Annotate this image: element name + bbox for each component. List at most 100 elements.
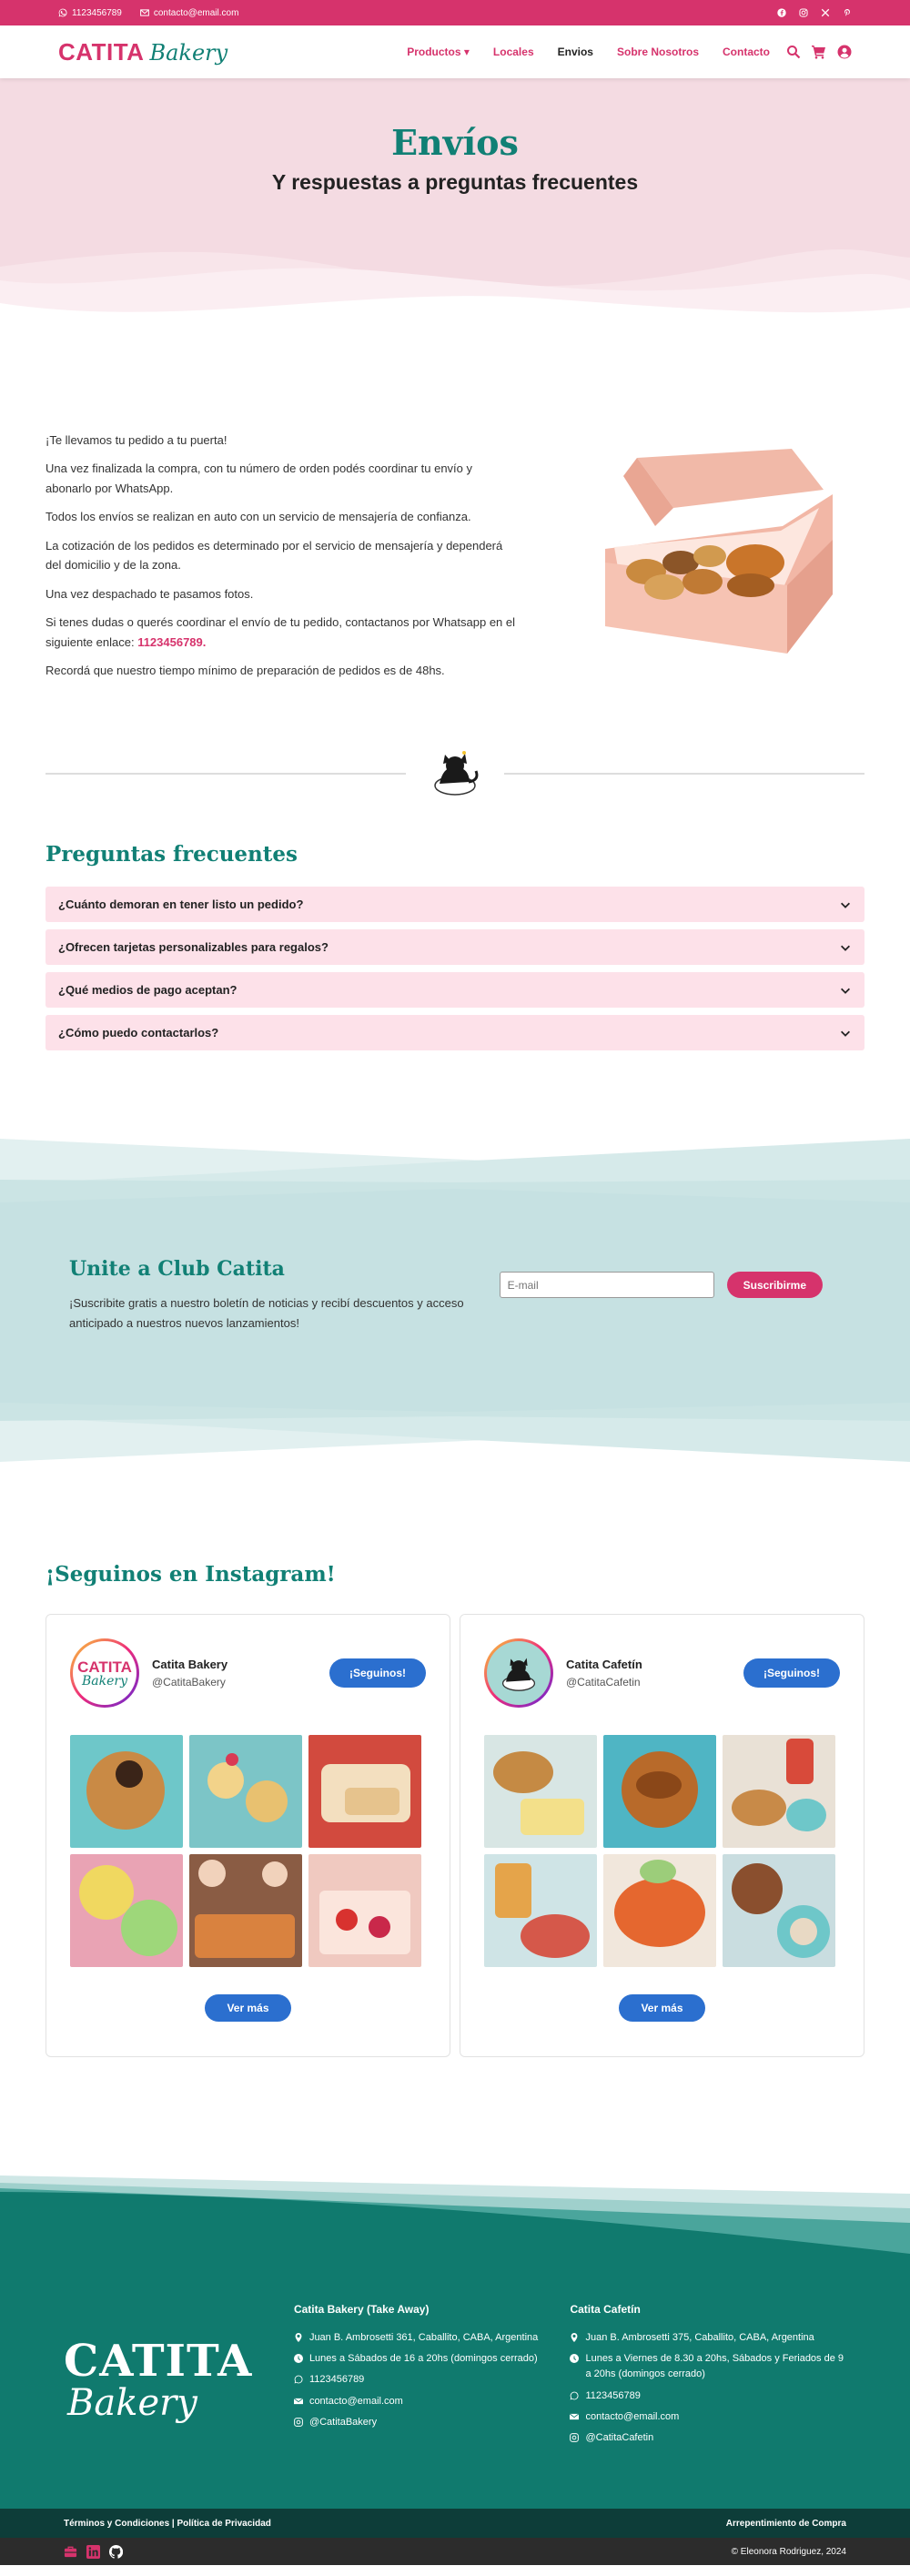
cat-in-cup-icon	[501, 1658, 536, 1692]
envelope-icon	[140, 9, 149, 16]
caret-down-icon: ▾	[463, 46, 470, 58]
divider-line-right	[504, 773, 864, 776]
pastry-box-image	[605, 449, 833, 654]
avatar-logo-bakery: Bakery	[81, 1673, 127, 1689]
instagram-photo[interactable]	[603, 1735, 716, 1849]
footer-hours: Lunes a Sábados de 16 a 20hs (domingos c…	[293, 2351, 571, 2367]
chevron-down-icon	[841, 945, 850, 951]
instagram-icon[interactable]	[799, 8, 808, 17]
profile-handle: @CatitaCafetin	[566, 1676, 641, 1689]
footer-address: Juan B. Ambrosetti 375, Caballito, CABA,…	[570, 2330, 846, 2346]
footer-phone-text: 1123456789	[308, 2374, 365, 2386]
nav-locales[interactable]: Locales	[493, 46, 534, 58]
faq-question: ¿Cómo puedo contactarlos?	[58, 1026, 219, 1040]
whatsapp-icon	[58, 8, 67, 17]
footer-address: Juan B. Ambrosetti 361, Caballito, CABA,…	[294, 2330, 571, 2346]
footer-logo-bakery: Bakery	[67, 2382, 197, 2425]
footer-email[interactable]: contacto@email.com	[570, 2409, 846, 2425]
nav-envios[interactable]: Envios	[558, 46, 593, 58]
chevron-down-icon	[841, 1030, 850, 1037]
profile-handle: @CatitaBakery	[152, 1676, 226, 1689]
subscribe-button[interactable]: Suscribirme	[726, 1272, 823, 1299]
instagram-photo[interactable]	[189, 1854, 302, 1968]
logo-catita: CATITA	[58, 37, 145, 66]
see-more-button[interactable]: Ver más	[205, 1994, 291, 2023]
brand-logo[interactable]: CATITA Bakery	[58, 38, 228, 66]
pinterest-icon[interactable]	[843, 8, 852, 17]
follow-button[interactable]: ¡Seguinos!	[743, 1658, 840, 1689]
briefcase-icon[interactable]	[64, 2545, 77, 2559]
user-icon[interactable]	[837, 45, 852, 59]
avatar[interactable]	[484, 1638, 553, 1709]
faq-question: ¿Cuánto demoran en tener listo un pedido…	[58, 898, 304, 912]
footer-hours-text: Lunes a Viernes de 8.30 a 20hs, Sábados …	[585, 2353, 844, 2380]
instagram-photo[interactable]	[70, 1735, 183, 1849]
footer-instagram[interactable]: @CatitaBakery	[294, 2415, 571, 2430]
avatar[interactable]: CATITA Bakery	[70, 1638, 139, 1709]
instagram-photo[interactable]	[308, 1735, 421, 1849]
chevron-down-icon	[841, 988, 850, 994]
topbar-email[interactable]: contacto@email.com	[140, 8, 238, 18]
clock-icon	[570, 2354, 580, 2364]
search-icon[interactable]	[786, 45, 801, 59]
shipping-p5: Una vez despachado te pasamos fotos.	[46, 586, 254, 601]
instagram-photo[interactable]	[308, 1854, 421, 1968]
instagram-card-cafetin: Catita Cafetín @CatitaCafetin ¡Seguinos!…	[460, 1614, 864, 2058]
follow-button[interactable]: ¡Seguinos!	[329, 1658, 426, 1689]
shipping-p6-text: Si tenes dudas o querés coordinar el env…	[46, 615, 516, 649]
clock-icon	[293, 2354, 303, 2364]
terms-privacy-link[interactable]: Términos y Condiciones | Política de Pri…	[64, 2519, 271, 2529]
linkedin-icon[interactable]	[86, 2544, 100, 2559]
instagram-photo[interactable]	[723, 1854, 835, 1968]
footer-hours: Lunes a Viernes de 8.30 a 20hs, Sábados …	[570, 2351, 846, 2382]
nav-productos[interactable]: Productos ▾	[407, 46, 470, 58]
footer-phone[interactable]: 1123456789	[294, 2372, 571, 2388]
cat-in-cup-icon	[434, 751, 479, 796]
footer-wave	[0, 2175, 910, 2277]
instagram-photo[interactable]	[70, 1854, 183, 1968]
refund-link[interactable]: Arrepentimiento de Compra	[726, 2519, 846, 2529]
newsletter-section: Unite a Club Catita ¡Suscribite gratis a…	[0, 1139, 910, 1463]
faq-question: ¿Ofrecen tarjetas personalizables para r…	[58, 940, 329, 955]
nav-contacto[interactable]: Contacto	[723, 46, 770, 58]
bottom-bar: © Eleonora Rodriguez, 2024	[0, 2538, 910, 2566]
instagram-photo[interactable]	[484, 1735, 597, 1849]
nav-sobre-nosotros[interactable]: Sobre Nosotros	[617, 46, 699, 58]
cart-icon[interactable]	[812, 45, 826, 59]
photo-grid	[70, 1735, 426, 1968]
instagram-photo[interactable]	[603, 1854, 716, 1968]
faq-item[interactable]: ¿Qué medios de pago aceptan?	[46, 972, 864, 1009]
facebook-icon[interactable]	[777, 8, 786, 17]
profile-name: Catita Bakery	[152, 1658, 228, 1672]
copyright: © Eleonora Rodriguez, 2024	[731, 2546, 846, 2557]
footer-phone[interactable]: 1123456789	[570, 2388, 846, 2404]
newsletter-content: Unite a Club Catita ¡Suscribite gratis a…	[69, 1257, 841, 1333]
map-pin-icon	[295, 2333, 302, 2343]
map-pin-icon	[571, 2333, 578, 2343]
topbar-phone-text: 1123456789	[72, 7, 122, 18]
footer-instagram-text: @CatitaCafetin	[585, 2431, 654, 2443]
shipping-p1: ¡Te llevamos tu pedido a tu puerta!	[46, 433, 228, 447]
footer-phone-text: 1123456789	[585, 2389, 641, 2401]
instagram-photo[interactable]	[189, 1735, 302, 1849]
footer-instagram[interactable]: @CatitaCafetin	[570, 2430, 846, 2446]
instagram-photo[interactable]	[484, 1854, 597, 1968]
topbar-phone[interactable]: 1123456789	[58, 8, 122, 18]
faq-item[interactable]: ¿Ofrecen tarjetas personalizables para r…	[46, 929, 864, 966]
see-more-button[interactable]: Ver más	[619, 1994, 705, 2023]
footer-email[interactable]: contacto@email.com	[293, 2394, 571, 2409]
faq-item[interactable]: ¿Cuánto demoran en tener listo un pedido…	[46, 887, 864, 923]
instagram-title: ¡Seguinos en Instagram!	[46, 1562, 336, 1587]
x-icon[interactable]	[821, 8, 830, 17]
faq-item[interactable]: ¿Cómo puedo contactarlos?	[46, 1015, 864, 1051]
footer-logo-catita: CATITA	[64, 2336, 253, 2388]
whatsapp-link[interactable]: 1123456789.	[137, 635, 206, 649]
whatsapp-icon	[294, 2376, 303, 2384]
email-input[interactable]	[499, 1272, 714, 1299]
faq-title: Preguntas frecuentes	[46, 842, 298, 867]
instagram-photo[interactable]	[723, 1735, 835, 1849]
newsletter-text: ¡Suscribite gratis a nuestro boletín de …	[69, 1296, 464, 1330]
footer-col-cafetin: Catita Cafetín Juan B. Ambrosetti 375, C…	[570, 2303, 846, 2509]
github-icon[interactable]	[109, 2544, 123, 2559]
footer-col-title: Catita Bakery (Take Away)	[293, 2303, 430, 2317]
